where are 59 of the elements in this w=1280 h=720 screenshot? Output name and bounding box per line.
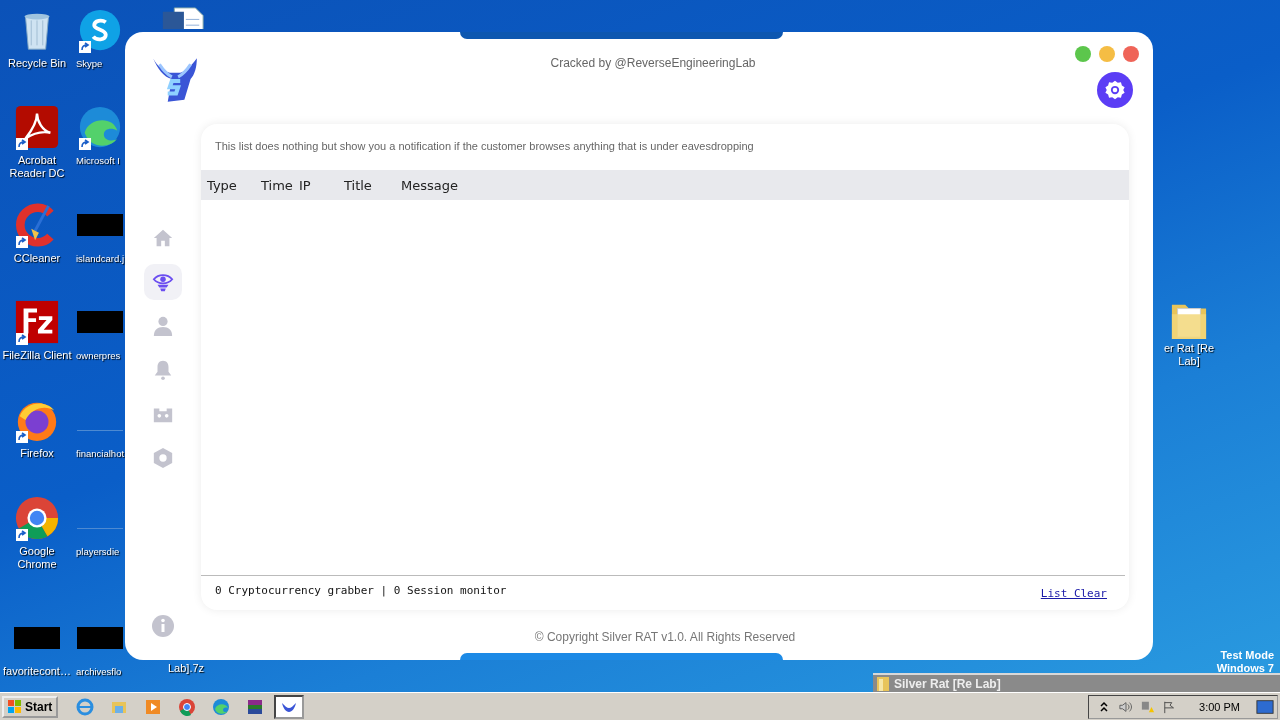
- start-logo-icon: [8, 699, 22, 714]
- status-text: 0 Cryptocurrency grabber | 0 Session monitor: [215, 584, 507, 599]
- window-title: Silver Rat [Re Lab]: [894, 676, 1001, 691]
- silverrat-taskbar-button[interactable]: [274, 694, 305, 719]
- desktop-icon-label[interactable]: Google Chrome: [1, 545, 73, 571]
- desktop-icon-label[interactable]: islandcard.j: [76, 252, 125, 265]
- desktop-icon-label[interactable]: financialhot: [76, 447, 125, 460]
- folder-icon: [877, 676, 889, 691]
- window-control-button[interactable]: [1123, 46, 1139, 62]
- desktop-icon-label[interactable]: Microsoft I: [76, 154, 120, 167]
- desktop-icon-label[interactable]: archivesflo: [76, 665, 122, 678]
- clock[interactable]: 3:00 PM: [1199, 700, 1240, 713]
- app-title: Cracked by @ReverseEngineeringLab: [549, 56, 757, 70]
- desktop-icon-label[interactable]: Skype: [76, 57, 103, 70]
- edge-icon[interactable]: [77, 104, 123, 150]
- skype-icon[interactable]: [77, 7, 123, 53]
- desktop-icon-label[interactable]: Firefox: [1, 447, 73, 460]
- start-button[interactable]: Start: [2, 695, 59, 718]
- show-desktop-icon[interactable]: [1256, 698, 1274, 715]
- speaker-icon[interactable]: [1119, 699, 1134, 714]
- desktop-icon-label[interactable]: playersdie: [76, 545, 120, 558]
- desktop-icon-label[interactable]: FileZilla Client: [1, 349, 73, 362]
- winrar-icon: [246, 697, 265, 716]
- copyright-text: © Copyright Silver RAT v1.0. All Rights Reserved: [534, 630, 796, 644]
- media-icon: [144, 697, 163, 716]
- eye-nav-button[interactable]: [144, 264, 182, 300]
- hexagon-icon: [152, 447, 174, 469]
- edge-icon: [212, 697, 231, 716]
- column-header[interactable]: Title: [344, 177, 401, 193]
- column-header[interactable]: IP: [299, 177, 344, 193]
- network-warning-icon[interactable]: [1141, 699, 1156, 714]
- gear-icon: [1104, 79, 1126, 101]
- column-header[interactable]: Time: [261, 177, 299, 193]
- acrobat-icon[interactable]: [14, 104, 60, 150]
- list-clear-link[interactable]: List Clear: [1040, 587, 1107, 610]
- desktop-icon-label[interactable]: Recycle Bin: [1, 57, 73, 70]
- eye-icon: [152, 271, 174, 293]
- desktop-icon-label[interactable]: Acrobat Reader DC: [1, 154, 73, 180]
- info-icon[interactable]: [151, 614, 175, 638]
- desktop-icon-label[interactable]: ownerpres: [76, 349, 121, 362]
- os-watermark-text: Windows 7: [1216, 662, 1274, 675]
- column-header[interactable]: Message: [401, 177, 458, 193]
- bell-icon: [152, 359, 174, 381]
- desktop-icon-label[interactable]: er Rat [Re Lab]: [1156, 342, 1222, 368]
- desktop-icon-label[interactable]: favoritecont…: [1, 665, 73, 678]
- desktop-icon-label[interactable]: CCleaner: [1, 252, 73, 265]
- chrome-icon: [178, 697, 197, 716]
- settings-button[interactable]: [1097, 72, 1133, 108]
- chrome-icon[interactable]: [14, 495, 60, 541]
- window-control-button[interactable]: [1099, 46, 1115, 62]
- desktop-icon-label[interactable]: Lab].7z: [168, 662, 205, 674]
- description-text: This list does nothing but show you a notification if the customer browses anything that is under eavesdropping: [214, 139, 755, 154]
- filezilla-icon[interactable]: [14, 299, 60, 345]
- user-icon: [152, 315, 174, 337]
- os-watermark-text: Test Mode: [1220, 649, 1274, 662]
- home-icon: [152, 227, 174, 249]
- column-header[interactable]: Type: [207, 177, 261, 193]
- ie-icon: [76, 697, 95, 716]
- window-control-button[interactable]: [1075, 46, 1091, 62]
